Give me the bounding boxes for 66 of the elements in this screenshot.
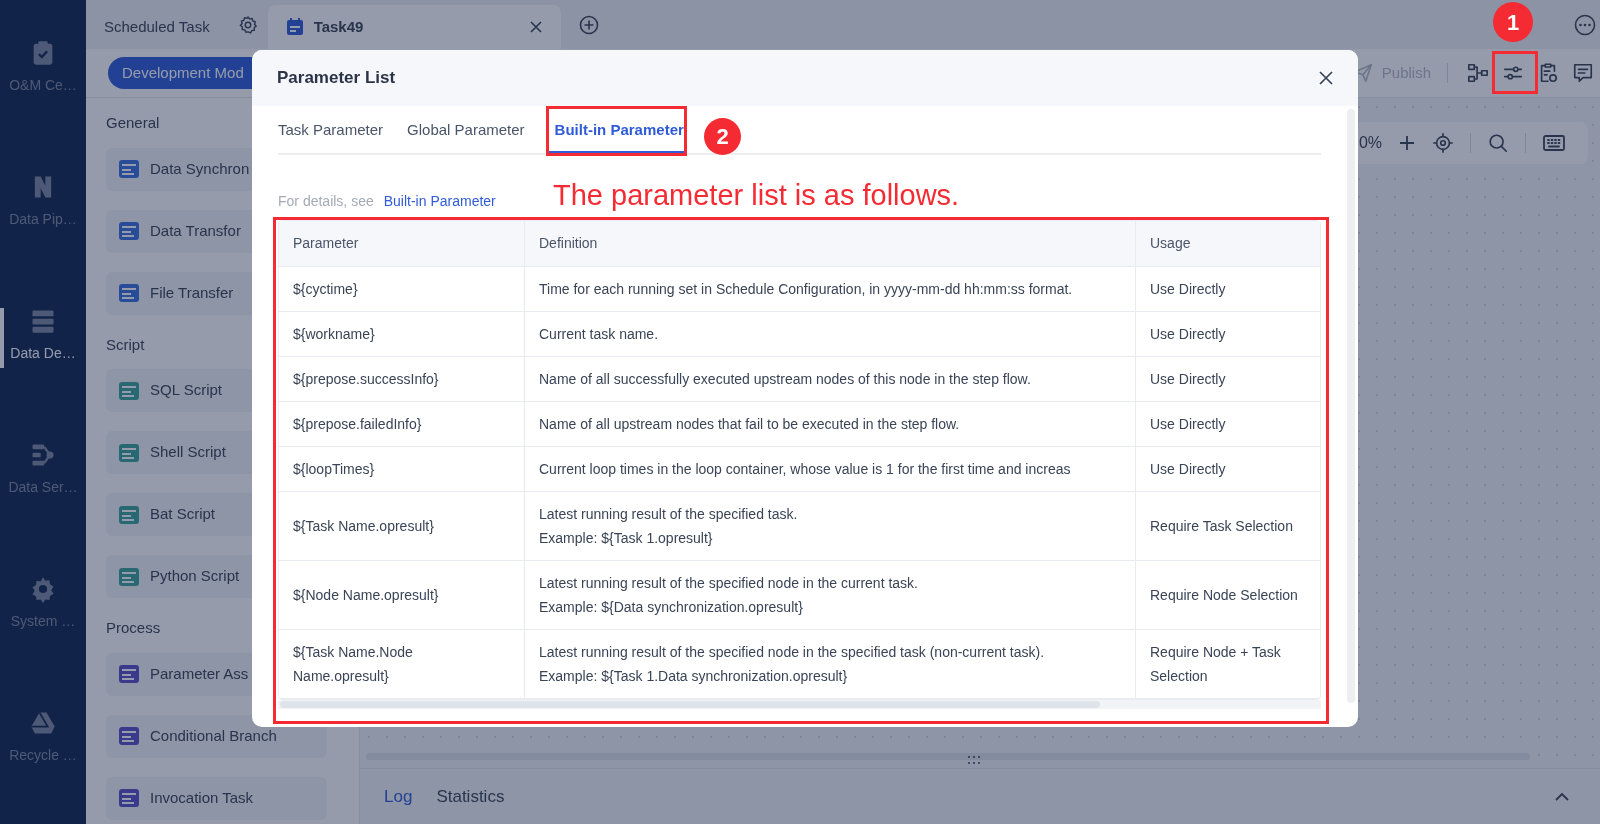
hint-text: For details, see <box>278 192 374 211</box>
tab[interactable]: Task49 <box>267 5 561 49</box>
table-cell-text: ${workname} <box>293 324 376 344</box>
node-icon <box>118 503 140 526</box>
table-cell-text: Latest running result of the specified node in the specified task (non-current task). Example: ${Task 1.Data synchronization.opresult} <box>539 643 1046 686</box>
table-cell-text: Use Directly <box>1150 369 1227 389</box>
zoom-level: 0% <box>1358 133 1382 153</box>
table-cell-text: Time for each running set in Schedule Configuration, in yyyy-mm-dd hh:mm:ss format. <box>539 279 1074 299</box>
table-cell-text: ${prepose.failedInfo} <box>293 414 423 434</box>
nav-item[interactable]: Data Ser… <box>0 402 86 536</box>
annotation-text: The parameter list is as follows. <box>553 178 960 213</box>
table-cell-text: Use Directly <box>1150 279 1227 299</box>
caret-up-icon[interactable] <box>1554 791 1570 802</box>
tab[interactable]: Log <box>384 783 413 810</box>
palette-item[interactable]: Invocation Task <box>106 776 327 820</box>
table-cell-text: Require Node Selection <box>1150 586 1298 605</box>
table-cell-text: Current task name. <box>539 324 660 344</box>
nav-item[interactable]: O&M Ce… <box>0 0 86 134</box>
add-tab-icon[interactable] <box>578 14 599 35</box>
column-header: Definition <box>524 221 1135 267</box>
tab[interactable]: Built-in Parameter <box>548 108 684 153</box>
locate-icon[interactable] <box>1432 132 1454 154</box>
calendar-icon <box>285 18 304 36</box>
node-icon <box>118 725 140 747</box>
node-icon <box>118 787 140 809</box>
node-icon <box>118 282 140 304</box>
more-icon[interactable] <box>1574 13 1596 36</box>
scrollbar[interactable] <box>280 701 1100 708</box>
table-cell-text: Current loop times in the loop container, whose value is 1 for the first time and increas <box>539 459 1072 479</box>
highlight-box <box>1492 51 1538 94</box>
table-cell-text: Name of all upstream nodes that fail to be executed in the step flow. <box>539 414 961 434</box>
node-icon <box>118 379 140 402</box>
column-header: Parameter <box>279 221 524 267</box>
section-heading: General <box>106 113 160 133</box>
table-cell-text: Latest running result of the specified task. Example: ${Task 1.opresult} <box>539 505 799 548</box>
node-icon <box>118 441 140 464</box>
table-cell-text: Name of all successfully executed upstream nodes of this node in the step flow. <box>539 369 1032 389</box>
node-icon <box>118 663 140 685</box>
close-icon[interactable] <box>1318 70 1334 86</box>
search-icon[interactable] <box>1487 132 1509 154</box>
table-cell-text: Use Directly <box>1150 414 1227 434</box>
nav-item[interactable]: Data Pip… <box>0 134 86 268</box>
table-cell-text: Require Task Selection <box>1150 517 1294 536</box>
settings-icon[interactable] <box>237 14 258 35</box>
zoom-in-icon[interactable] <box>1398 134 1416 152</box>
tab[interactable]: Statistics <box>436 783 505 810</box>
close-icon[interactable] <box>528 20 543 34</box>
drag-handle-icon[interactable] <box>967 755 981 765</box>
tab[interactable]: Scheduled Task <box>86 5 228 49</box>
node-icon <box>118 158 140 180</box>
nav-item[interactable]: Recycle … <box>0 670 86 804</box>
keyboard-icon[interactable] <box>1542 132 1566 154</box>
table-cell-text: Use Directly <box>1150 459 1227 479</box>
column-header: Usage <box>1135 221 1320 267</box>
nav-item[interactable]: System … <box>0 536 86 670</box>
node-icon <box>118 220 140 242</box>
nav-item[interactable]: Data De… <box>0 268 86 402</box>
section-heading: Script <box>106 334 145 355</box>
table-cell-text: Require Node + Task Selection <box>1150 643 1282 686</box>
tab[interactable]: Global Parameter <box>407 118 537 155</box>
table-cell-text: Use Directly <box>1150 324 1227 344</box>
table-cell-text: Latest running result of the specified node in the current task. Example: ${Data synchronization.opresult} <box>539 574 919 617</box>
scrollbar[interactable] <box>366 753 1530 760</box>
section-heading: Process <box>106 618 161 638</box>
link[interactable]: Built-in Parameter <box>383 191 496 211</box>
node-icon <box>118 565 140 588</box>
